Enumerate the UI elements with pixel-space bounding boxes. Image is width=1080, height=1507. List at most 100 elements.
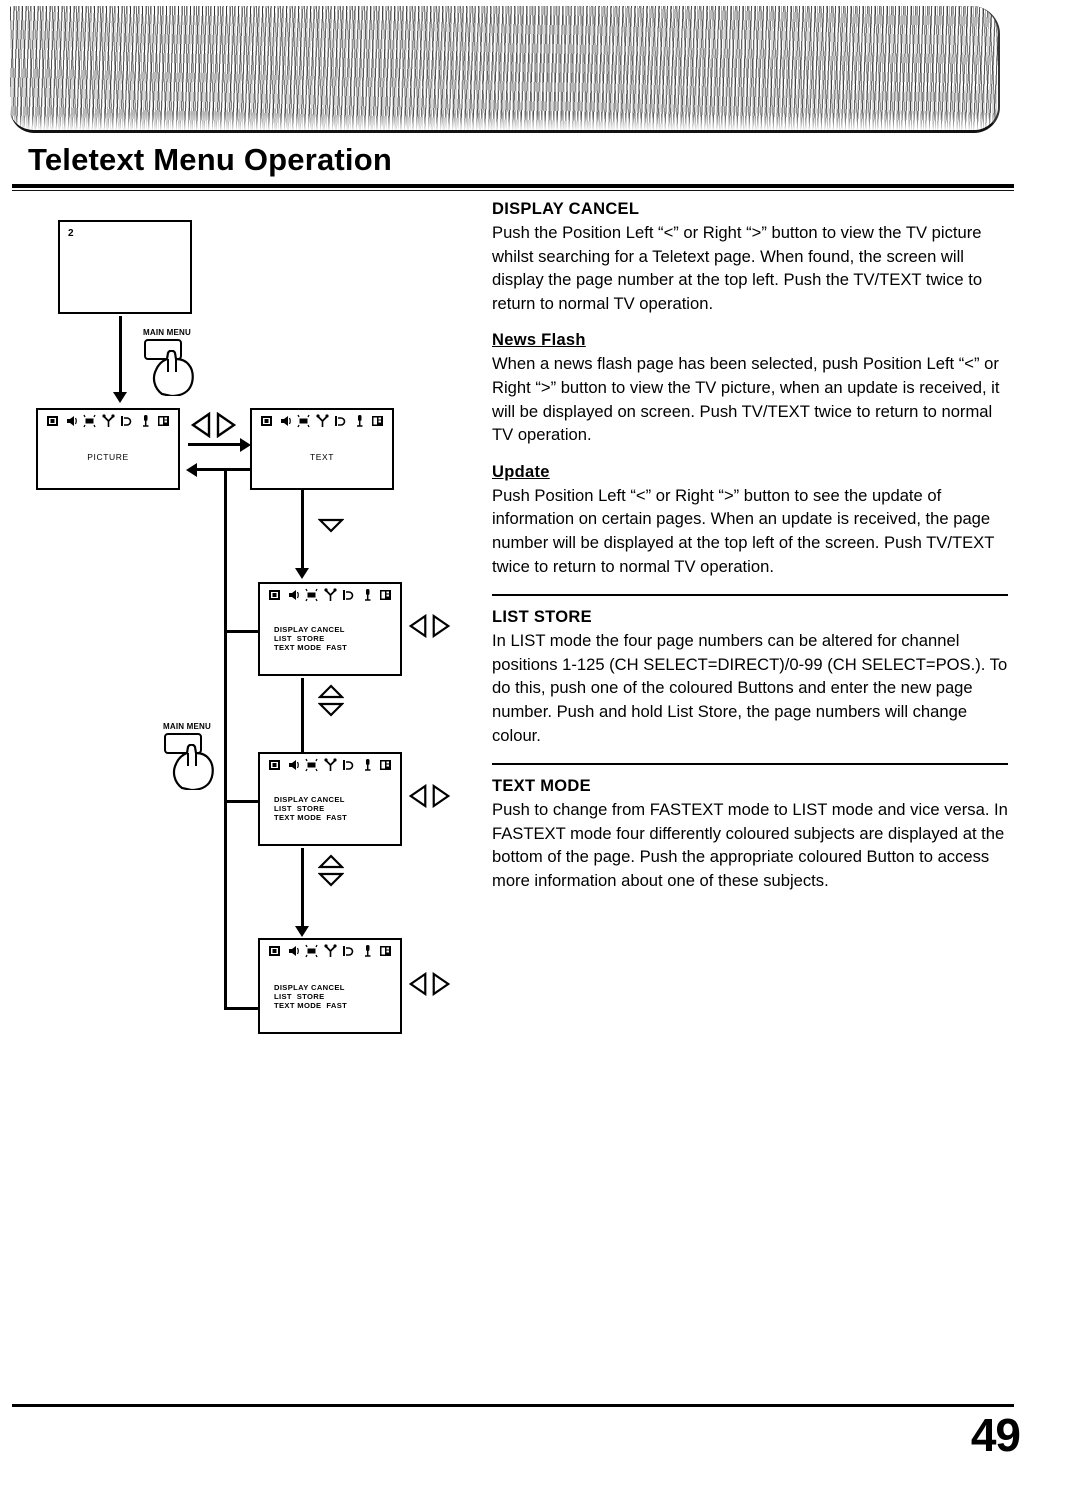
flow-line	[119, 316, 122, 394]
position-left-right-buttons[interactable]	[190, 412, 237, 438]
section-body: Push Position Left “<” or Right “>” butt…	[492, 485, 995, 576]
sound-icon	[342, 944, 355, 958]
position-left-triangle-icon[interactable]	[408, 784, 428, 808]
flow-branch-line	[224, 1007, 258, 1010]
menu-item-text-mode[interactable]: TEXT MODE FAST	[274, 643, 347, 653]
antenna-icon	[323, 588, 337, 602]
down-triangle-icon[interactable]	[318, 518, 344, 533]
dsp-icon	[305, 758, 318, 772]
section-body: In LIST mode the four page numbers can b…	[492, 631, 1008, 745]
setup-icon	[379, 758, 392, 772]
osd-icon-row	[264, 758, 396, 772]
flow-arrow-left	[186, 463, 197, 477]
section-heading: LIST STORE	[492, 608, 592, 627]
sound-icon	[342, 758, 355, 772]
screen-text: TEXT	[250, 408, 394, 490]
position-right-triangle-icon[interactable]	[431, 614, 451, 638]
instructions-column: DISPLAY CANCEL Push the Position Left “<…	[492, 200, 1008, 908]
osd-icon-row	[256, 414, 388, 428]
speaker-icon	[65, 414, 78, 428]
section-text-mode: TEXT MODE Push to change from FASTEXT mo…	[492, 777, 1008, 892]
dsp-icon	[297, 414, 310, 428]
flow-spine-line	[224, 468, 227, 1010]
position-left-right-buttons[interactable]	[408, 972, 451, 996]
flow-arrow-right	[240, 438, 251, 452]
section-display-cancel: DISPLAY CANCEL Push the Position Left “<…	[492, 200, 1008, 315]
osd-icon-row	[264, 588, 396, 602]
up-down-button-indicator[interactable]	[318, 684, 344, 717]
picture-icon	[268, 944, 281, 958]
sound-icon	[342, 588, 355, 602]
section-divider	[492, 763, 1008, 766]
sound-icon	[120, 414, 133, 428]
section-update: Update Push Position Left “<” or Right “…	[492, 463, 1008, 578]
picture-icon	[268, 588, 281, 602]
page-number: 49	[970, 1409, 1021, 1461]
setup-icon	[157, 414, 170, 428]
screen-picture: PICTURE	[36, 408, 180, 490]
section-divider	[492, 594, 1008, 597]
microphone-icon	[361, 944, 374, 958]
page-title: Teletext Menu Operation	[28, 142, 393, 177]
position-right-triangle-icon[interactable]	[431, 972, 451, 996]
microphone-icon	[353, 414, 366, 428]
microphone-icon	[361, 758, 374, 772]
picture-icon	[46, 414, 59, 428]
screen-teletext-menu-1: DISPLAY CANCEL LIST STORE TEXT MODE FAST	[258, 582, 402, 676]
flow-arrow-down	[113, 392, 127, 403]
flow-arrow-down	[295, 926, 309, 937]
title-divider	[12, 184, 1014, 188]
up-triangle-icon[interactable]	[318, 854, 344, 869]
dsp-icon	[305, 588, 318, 602]
flow-arrow-down	[295, 568, 309, 579]
footer-divider	[12, 1404, 1014, 1407]
menu-item-text-mode[interactable]: TEXT MODE FAST	[274, 813, 347, 823]
position-right-triangle-icon[interactable]	[215, 412, 237, 438]
dsp-icon	[305, 944, 318, 958]
menu-item-text-mode[interactable]: TEXT MODE FAST	[274, 1001, 347, 1011]
speaker-icon	[287, 944, 300, 958]
picture-icon	[268, 758, 281, 772]
main-menu-button-label: MAIN MENU	[162, 722, 212, 731]
antenna-icon	[315, 414, 329, 428]
hand-pointer-icon	[172, 744, 214, 790]
antenna-icon	[323, 758, 337, 772]
position-left-right-buttons[interactable]	[408, 784, 451, 808]
microphone-icon	[139, 414, 152, 428]
section-body: When a news flash page has been selected…	[492, 354, 1000, 445]
position-left-triangle-icon[interactable]	[190, 412, 212, 438]
screen-picture-label: PICTURE	[87, 452, 129, 462]
setup-icon	[371, 414, 384, 428]
position-left-triangle-icon[interactable]	[408, 972, 428, 996]
sound-icon	[334, 414, 347, 428]
down-triangle-icon[interactable]	[318, 702, 344, 717]
speaker-icon	[287, 588, 300, 602]
document-page: Teletext Menu Operation 2 MAIN MENU PICT…	[0, 0, 1080, 1507]
up-triangle-icon[interactable]	[318, 684, 344, 699]
osd-icon-row	[264, 944, 396, 958]
flow-line	[301, 848, 304, 928]
flow-branch-line	[224, 800, 258, 803]
content-top-divider	[12, 190, 1014, 191]
screen-teletext-menu-2: DISPLAY CANCEL LIST STORE TEXT MODE FAST	[258, 752, 402, 846]
section-heading: Update	[492, 462, 550, 481]
setup-icon	[379, 588, 392, 602]
up-down-button-indicator[interactable]	[318, 854, 344, 887]
section-body: Push to change from FASTEXT mode to LIST…	[492, 800, 1008, 890]
setup-icon	[379, 944, 392, 958]
main-menu-button-label: MAIN MENU	[142, 328, 192, 337]
section-body: Push the Position Left “<” or Right “>” …	[492, 223, 983, 313]
down-button-indicator[interactable]	[318, 518, 344, 533]
section-news-flash: News Flash When a news flash page has be…	[492, 331, 1008, 446]
position-right-triangle-icon[interactable]	[431, 784, 451, 808]
position-left-right-buttons[interactable]	[408, 614, 451, 638]
down-triangle-icon[interactable]	[318, 872, 344, 887]
section-list-store: LIST STORE In LIST mode the four page nu…	[492, 608, 1008, 747]
antenna-icon	[101, 414, 115, 428]
osd-icon-row	[42, 414, 174, 428]
antenna-icon	[323, 944, 337, 958]
microphone-icon	[361, 588, 374, 602]
position-left-triangle-icon[interactable]	[408, 614, 428, 638]
flow-line	[196, 468, 250, 471]
hand-pointer-icon	[152, 350, 194, 396]
